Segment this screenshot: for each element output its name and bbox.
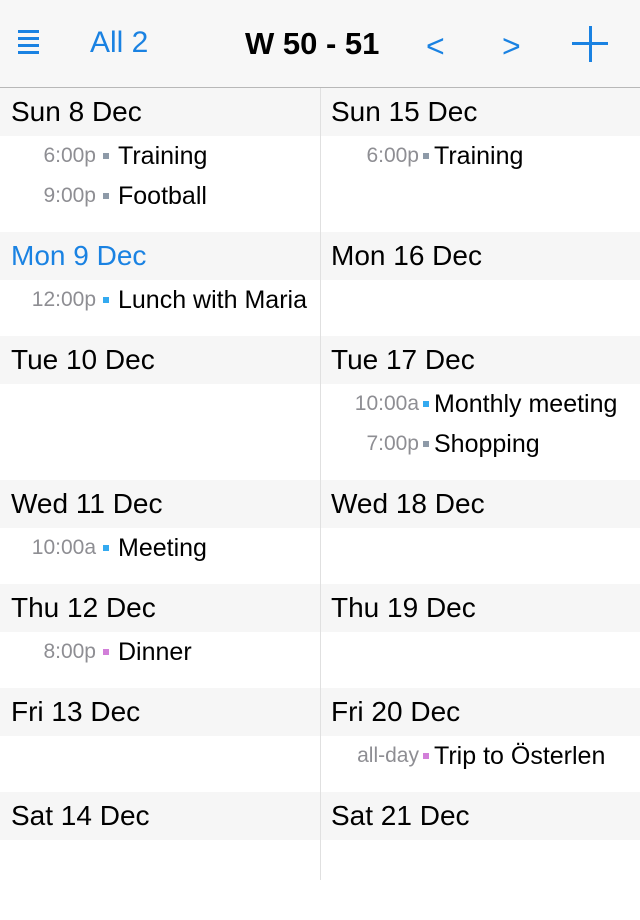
calendar-color-dot-icon — [103, 297, 109, 303]
day-section: Wed 18 Dec — [321, 480, 640, 528]
event-time: 12:00p — [31, 288, 96, 311]
calendar-color-dot-icon — [103, 193, 109, 199]
event-time: 8:00p — [43, 640, 96, 663]
event-time: 6:00p — [43, 144, 96, 167]
event-title: Meeting — [118, 534, 207, 562]
event-time: 10:00a — [31, 536, 96, 559]
calendar-color-dot-icon — [423, 753, 429, 759]
calendar-color-dot-icon — [423, 153, 429, 159]
event-item[interactable]: 12:00p Lunch with Maria — [0, 280, 320, 320]
event-item[interactable]: 6:00p Training — [0, 136, 320, 176]
event-title: Dinner — [118, 638, 192, 666]
day-header[interactable]: Mon 9 Dec — [0, 232, 320, 280]
next-week-button[interactable]: > — [502, 28, 521, 65]
event-title: Trip to Österlen — [434, 742, 606, 770]
calendar-color-dot-icon — [103, 545, 109, 551]
day-header[interactable]: Tue 10 Dec — [0, 336, 320, 384]
event-time: 9:00p — [43, 184, 96, 207]
event-item[interactable]: 8:00p Dinner — [0, 632, 320, 672]
day-header[interactable]: Wed 11 Dec — [0, 480, 320, 528]
day-section: Sat 14 Dec — [0, 792, 320, 840]
list-icon[interactable] — [18, 30, 42, 58]
day-header[interactable]: Thu 12 Dec — [0, 584, 320, 632]
calendar-color-dot-icon — [103, 153, 109, 159]
week-range-title: W 50 - 51 — [245, 26, 380, 61]
day-header[interactable]: Wed 18 Dec — [321, 480, 640, 528]
day-header[interactable]: Sun 8 Dec — [0, 88, 320, 136]
event-time: all-day — [357, 744, 419, 767]
previous-week-button[interactable]: < — [426, 28, 445, 65]
day-section: Sun 8 Dec 6:00p Training 9:00p Football — [0, 88, 320, 216]
day-section: Wed 11 Dec 10:00a Meeting — [0, 480, 320, 568]
day-header[interactable]: Sun 15 Dec — [321, 88, 640, 136]
day-header[interactable]: Thu 19 Dec — [321, 584, 640, 632]
day-section: Mon 16 Dec — [321, 232, 640, 280]
plus-icon[interactable] — [572, 26, 608, 62]
day-section: Sat 21 Dec — [321, 792, 640, 840]
day-header[interactable]: Sat 14 Dec — [0, 792, 320, 840]
event-item[interactable]: 10:00a Monthly meeting — [321, 384, 640, 424]
event-item[interactable]: 6:00p Training — [321, 136, 640, 176]
calendar-filter-button[interactable]: All 2 — [90, 26, 148, 60]
navigation-bar: All 2 W 50 - 51 < > — [0, 0, 640, 88]
event-title: Monthly meeting — [434, 390, 618, 418]
event-time: 7:00p — [366, 432, 419, 455]
event-title: Lunch with Maria — [118, 286, 307, 314]
event-item[interactable]: 9:00p Football — [0, 176, 320, 216]
calendar-color-dot-icon — [423, 441, 429, 447]
day-header[interactable]: Tue 17 Dec — [321, 336, 640, 384]
day-section: Sun 15 Dec 6:00p Training — [321, 88, 640, 176]
day-header[interactable]: Fri 20 Dec — [321, 688, 640, 736]
event-time: 10:00a — [354, 392, 419, 415]
day-section: Tue 10 Dec — [0, 336, 320, 384]
day-section: Fri 13 Dec — [0, 688, 320, 736]
event-item[interactable]: all-day Trip to Österlen — [321, 736, 640, 776]
day-section: Thu 19 Dec — [321, 584, 640, 632]
calendar-color-dot-icon — [423, 401, 429, 407]
day-header[interactable]: Sat 21 Dec — [321, 792, 640, 840]
event-item[interactable]: 10:00a Meeting — [0, 528, 320, 568]
day-header[interactable]: Fri 13 Dec — [0, 688, 320, 736]
day-header[interactable]: Mon 16 Dec — [321, 232, 640, 280]
day-section: Thu 12 Dec 8:00p Dinner — [0, 584, 320, 672]
day-section: Tue 17 Dec 10:00a Monthly meeting 7:00p Shop… — [321, 336, 640, 464]
day-section: Mon 9 Dec 12:00p Lunch with Maria — [0, 232, 320, 320]
event-title: Football — [118, 182, 207, 210]
calendar-color-dot-icon — [103, 649, 109, 655]
event-time: 6:00p — [366, 144, 419, 167]
event-title: Shopping — [434, 430, 540, 458]
event-title: Training — [118, 142, 208, 170]
day-section: Fri 20 Dec all-day Trip to Österlen — [321, 688, 640, 776]
event-item[interactable]: 7:00p Shopping — [321, 424, 640, 464]
event-title: Training — [434, 142, 524, 170]
